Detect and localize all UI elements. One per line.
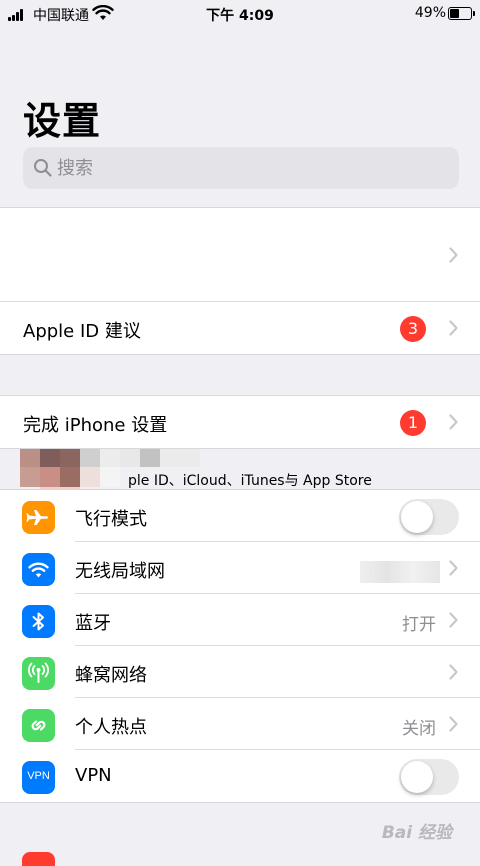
apple-id-profile-row[interactable]: ple ID、iCloud、iTunes与 App Store xyxy=(0,208,480,507)
cellular-label: 蜂窝网络 xyxy=(75,665,147,686)
vpn-label: VPN xyxy=(75,765,112,786)
vpn-toggle[interactable] xyxy=(399,759,459,795)
vpn-row[interactable]: VPN VPN xyxy=(0,750,480,802)
wifi-tile xyxy=(22,553,55,586)
chevron-right-icon xyxy=(449,664,458,680)
connectivity-group: 飞行模式 无线局域网 蓝牙 打开 蜂窝网络 个人热点 关闭 VPN VPN xyxy=(0,489,480,803)
clock: 下午 4:09 xyxy=(206,8,274,24)
finish-setup-label: 完成 iPhone 设置 xyxy=(23,415,168,436)
chevron-right-icon xyxy=(449,612,458,628)
hotspot-tile xyxy=(22,709,55,742)
chevron-right-icon xyxy=(449,414,458,430)
wifi-icon xyxy=(28,562,49,578)
wifi-label: 无线局域网 xyxy=(75,561,165,582)
hotspot-icon xyxy=(31,720,46,731)
vpn-tile: VPN xyxy=(22,761,55,794)
chevron-right-icon xyxy=(449,560,458,576)
bluetooth-label: 蓝牙 xyxy=(75,613,111,634)
bluetooth-row[interactable]: 蓝牙 打开 xyxy=(0,594,480,646)
watermark: Bai 经验 xyxy=(381,823,452,843)
chevron-right-icon xyxy=(449,320,458,336)
airplane-mode-row[interactable]: 飞行模式 xyxy=(0,490,480,542)
airplane-mode-label: 飞行模式 xyxy=(75,509,147,530)
search-icon xyxy=(34,159,52,177)
apple-id-suggestions-row[interactable]: Apple ID 建议 3 xyxy=(0,302,480,354)
notification-badge: 1 xyxy=(400,410,426,436)
notification-badge: 3 xyxy=(400,316,426,342)
chevron-right-icon xyxy=(449,247,458,263)
personal-hotspot-row[interactable]: 个人热点 关闭 xyxy=(0,698,480,750)
finish-setup-group: 完成 iPhone 设置 1 xyxy=(0,395,480,449)
search-input[interactable] xyxy=(57,155,437,181)
personal-hotspot-status: 关闭 xyxy=(402,719,436,739)
account-group: ple ID、iCloud、iTunes与 App Store Apple ID… xyxy=(0,207,480,507)
status-bar: 中国联通 下午 4:09 49% xyxy=(0,0,480,28)
wifi-network-name-redacted xyxy=(360,561,440,583)
bluetooth-tile xyxy=(22,605,55,638)
bluetooth-status: 打开 xyxy=(402,615,436,635)
profile-subtitle: ple ID、iCloud、iTunes与 App Store xyxy=(128,473,372,489)
airplane-mode-toggle[interactable] xyxy=(399,499,459,535)
page-title: 设置 xyxy=(23,99,102,143)
battery-percentage: 49% xyxy=(414,5,446,21)
bluetooth-icon xyxy=(32,612,44,631)
cellular-tile xyxy=(22,657,55,690)
finish-iphone-setup-row[interactable]: 完成 iPhone 设置 1 xyxy=(0,396,480,448)
airplane-tile xyxy=(22,501,55,534)
wifi-row[interactable]: 无线局域网 xyxy=(0,542,480,594)
apple-id-suggestions-label: Apple ID 建议 xyxy=(23,321,141,342)
search-bar[interactable] xyxy=(23,147,459,189)
airplane-icon xyxy=(26,510,48,525)
cellular-row[interactable]: 蜂窝网络 xyxy=(0,646,480,698)
chevron-right-icon xyxy=(449,716,458,732)
vpn-icon: VPN xyxy=(27,770,50,782)
battery-icon xyxy=(448,7,475,20)
antenna-icon xyxy=(28,662,49,683)
personal-hotspot-label: 个人热点 xyxy=(75,717,147,738)
